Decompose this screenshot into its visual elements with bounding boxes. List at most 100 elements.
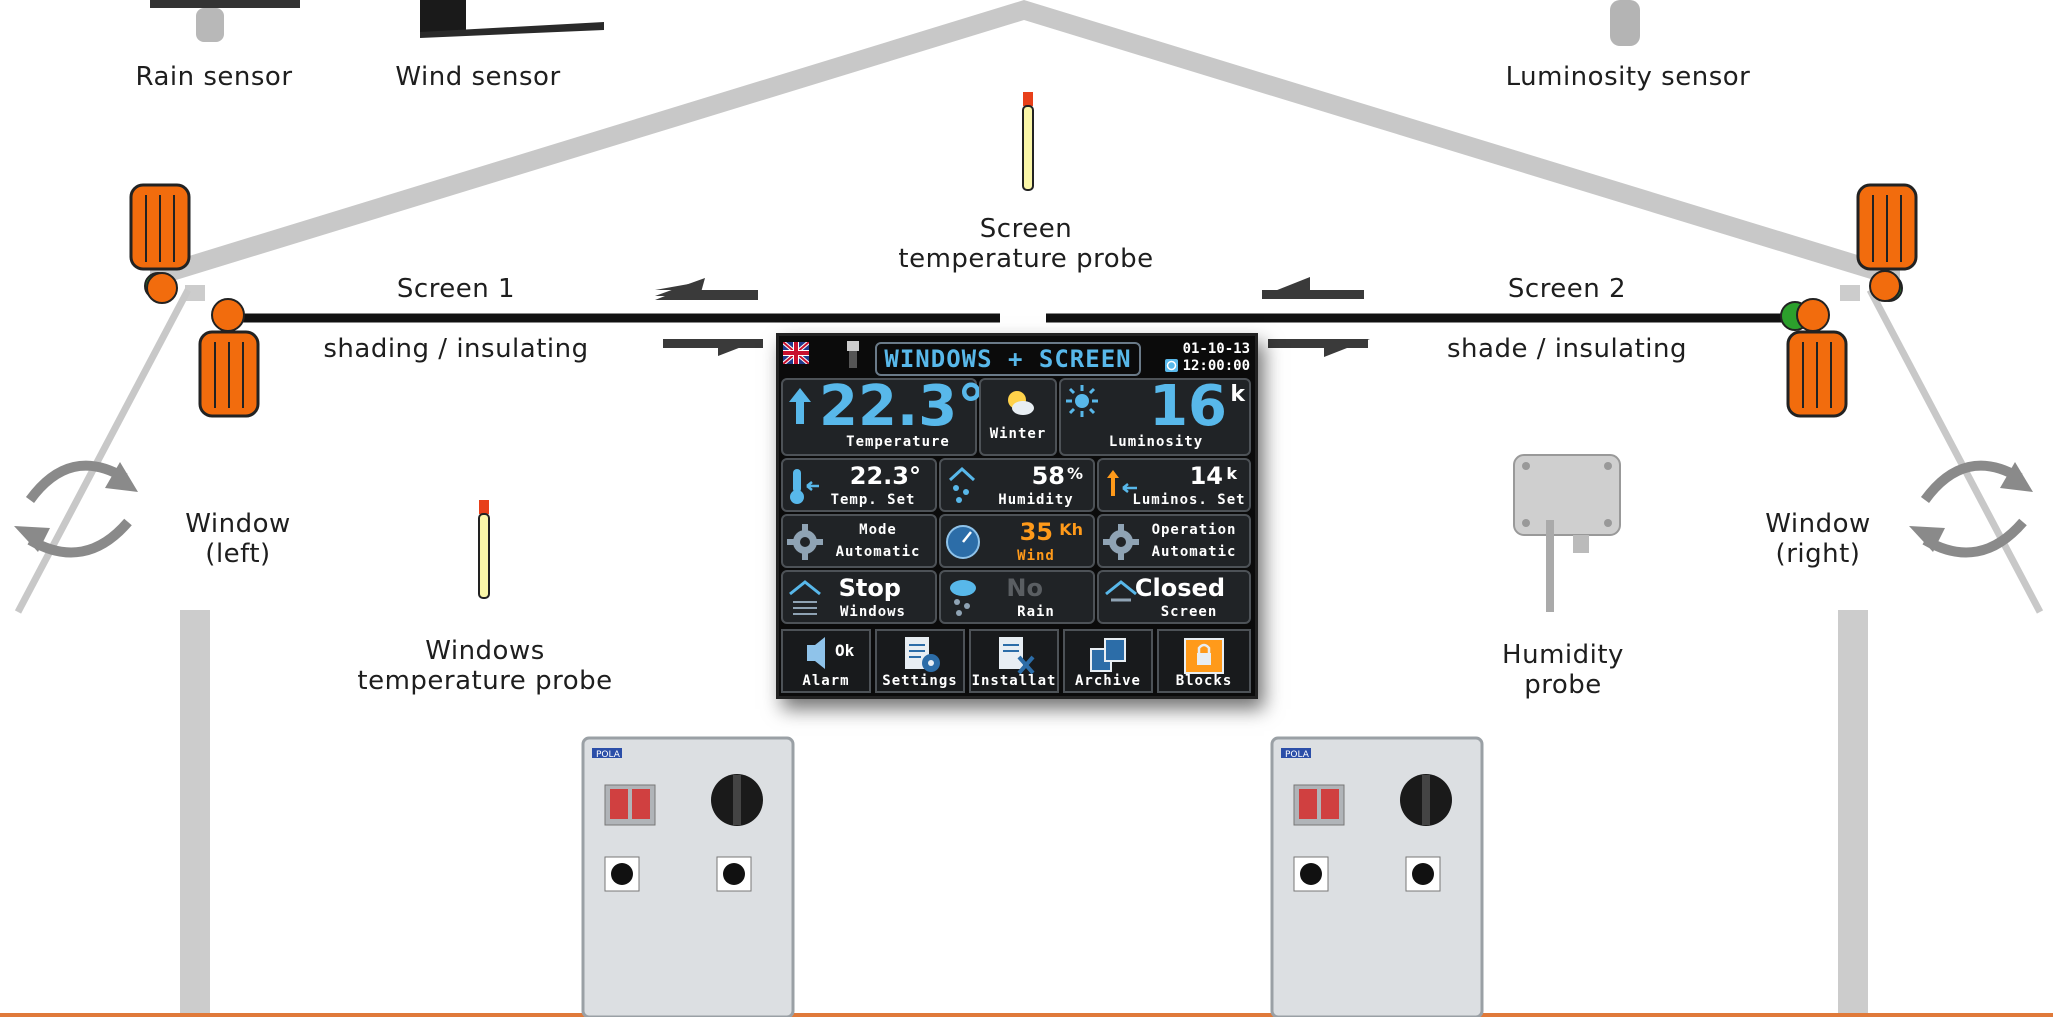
screen2-subtitle: shade / insulating [1446, 334, 1688, 364]
screen2-title: Screen 2 [1507, 274, 1627, 304]
wind-cell[interactable]: 35 Kh Wind [939, 514, 1095, 568]
window-left-label: Window (left) [158, 509, 318, 569]
screen1-title: Screen 1 [396, 274, 516, 304]
arrow-left-1 [655, 278, 758, 300]
right-wall [1838, 610, 1868, 1017]
control-box-right-brand: POLA [1285, 750, 1310, 760]
flag-uk-icon[interactable] [783, 342, 809, 364]
screen-state-cell[interactable]: Closed Screen [1097, 570, 1251, 624]
blocks-button[interactable]: Blocks [1157, 629, 1251, 693]
screen-state-value: Closed [1134, 574, 1225, 602]
windows-probe-label-line2: temperature probe [357, 666, 613, 696]
window-right-label: Window (right) [1738, 509, 1898, 569]
rain-sensor-icon [150, 0, 300, 42]
gear-icon [1103, 524, 1139, 560]
luminosity-set-unit: k [1226, 464, 1237, 483]
bottom-accent [0, 1013, 2053, 1017]
left-wall [180, 610, 210, 1017]
display-time: 12:00:00 [1182, 358, 1250, 374]
luminosity-set-value: 14 [1189, 462, 1223, 490]
arrow-right-1 [663, 339, 763, 356]
window-right-label-line1: Window [1765, 509, 1871, 539]
luminosity-label: Luminosity [1108, 434, 1204, 450]
humidity-label: Humidity [998, 492, 1074, 508]
humidity-probe-label: Humidity probe [1463, 640, 1663, 700]
motor-screen2-icon [1780, 298, 1848, 418]
windows-state-label: Windows [839, 604, 906, 620]
window-left-label-line2: (left) [205, 539, 271, 569]
screen-state-label: Screen [1160, 604, 1218, 620]
window-roof-icon [789, 580, 821, 615]
display-date: 01-10-13 [1182, 341, 1250, 357]
temperature-value: 22.3° [819, 374, 986, 439]
humidity-value: 58 [1031, 462, 1065, 490]
rain-state-cell[interactable]: No Rain [939, 570, 1095, 624]
luminosity-value: 16 [1149, 374, 1227, 439]
settings-button[interactable]: Settings [875, 629, 965, 693]
anemometer-gauge-icon [946, 525, 980, 559]
motor-window-right-icon [1856, 183, 1918, 302]
control-box-right [1270, 736, 1484, 1017]
humidity-unit: % [1066, 464, 1083, 483]
mode-line2: Automatic [835, 544, 921, 560]
installation-button-label: Installat [971, 673, 1057, 689]
arrow-left-2 [1262, 277, 1364, 299]
temperature-arrow-icon [789, 388, 811, 424]
screen-probe-label-line2: temperature probe [898, 244, 1154, 274]
archive-windows-icon [1090, 638, 1126, 672]
winter-sun-cloud-icon [1008, 391, 1034, 415]
humidity-probe-label-line2: probe [1524, 670, 1602, 700]
windows-probe-label: Windows temperature probe [335, 636, 635, 696]
motor-window-left-icon [129, 183, 191, 304]
mode-cell[interactable]: Mode Automatic [781, 514, 937, 568]
blocks-button-label: Blocks [1175, 673, 1233, 689]
wind-sensor-label: Wind sensor [395, 62, 561, 92]
humidity-probe-icon [1513, 454, 1621, 612]
humidity-probe-label-line1: Humidity [1502, 640, 1624, 670]
rain-sensor-label: Rain sensor [135, 62, 293, 92]
season-cell[interactable]: Winter [979, 378, 1057, 456]
controller-display: WINDOWS + SCREEN 01-10-13 12:00:00 22.3°… [776, 333, 1258, 699]
usb-icon [847, 341, 859, 368]
luminosity-unit: k [1230, 382, 1245, 407]
archive-button[interactable]: Archive [1063, 629, 1153, 693]
rain-cloud-icon [950, 580, 976, 616]
settings-document-gear-icon [905, 637, 940, 672]
blocks-lock-icon [1184, 638, 1224, 674]
rain-state-label: Rain [1017, 604, 1055, 620]
settings-button-label: Settings [882, 673, 958, 689]
luminosity-sensor-label: Luminosity sensor [1505, 62, 1751, 92]
luminosity-set-cell[interactable]: 14 k Luminos. Set [1097, 458, 1251, 512]
luminosity-set-label: Luminos. Set [1132, 492, 1246, 508]
mode-line1: Mode [859, 522, 897, 538]
installation-document-tools-icon [999, 637, 1035, 675]
window-right-label-line2: (right) [1775, 539, 1861, 569]
display-title: WINDOWS + SCREEN [875, 342, 1141, 376]
wind-sensor-icon [420, 0, 604, 38]
operation-line1: Operation [1151, 522, 1237, 538]
operation-line2: Automatic [1151, 544, 1237, 560]
temperature-cell[interactable]: 22.3° Temperature [781, 376, 985, 456]
screen-probe-label: Screen temperature probe [876, 214, 1176, 274]
operation-cell[interactable]: Operation Automatic [1097, 514, 1251, 568]
temperature-label: Temperature [846, 434, 950, 450]
luminosity-sensor-icon [1610, 0, 1640, 46]
wind-label: Wind [1017, 548, 1055, 564]
rain-state-value: No [1006, 574, 1043, 602]
windows-probe-label-line1: Windows [425, 636, 545, 666]
control-box-left-brand: POLA [596, 750, 621, 760]
display-top-bar: WINDOWS + SCREEN 01-10-13 12:00:00 [779, 336, 1255, 376]
installation-button[interactable]: Installat [969, 629, 1059, 693]
alarm-button[interactable]: Ok Alarm [781, 629, 871, 693]
windows-state-cell[interactable]: Stop Windows [781, 570, 937, 624]
gear-icon [787, 524, 823, 560]
wind-unit: Kh [1059, 520, 1083, 539]
control-box-left [581, 736, 795, 1017]
alarm-status: Ok [835, 641, 855, 660]
screen-temperature-probe-icon [1022, 92, 1034, 191]
wind-value: 35 [1019, 518, 1053, 546]
humidity-cell[interactable]: 58 % Humidity [939, 458, 1095, 512]
sun-icon [1066, 385, 1098, 417]
luminosity-cell[interactable]: 16 k Luminosity [1059, 374, 1251, 456]
temp-set-cell[interactable]: 22.3° Temp. Set [781, 458, 937, 512]
